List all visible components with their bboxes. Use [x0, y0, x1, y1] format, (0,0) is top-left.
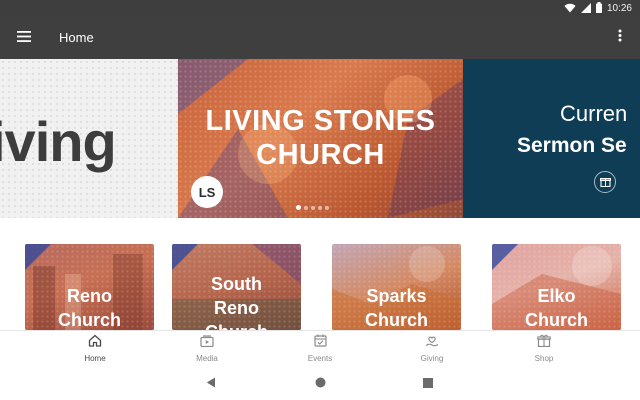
- church-card-south-reno[interactable]: South Reno Church: [172, 244, 301, 330]
- nav-item-home[interactable]: Home: [65, 334, 125, 363]
- calendar-icon: [313, 334, 327, 352]
- slide-title-line-2: CHURCH: [256, 139, 385, 171]
- media-icon: [200, 334, 214, 352]
- church-card-elko[interactable]: Elko Church: [492, 244, 621, 330]
- carousel-dot-active[interactable]: [296, 205, 301, 210]
- bottom-navigation: Home Media Events Giving Shop: [0, 330, 640, 368]
- status-time: 10:26: [606, 3, 632, 14]
- system-back-button[interactable]: [204, 377, 218, 391]
- slide-partial-text: iving: [0, 110, 117, 173]
- nav-item-label: Media: [196, 354, 218, 363]
- menu-icon: [17, 29, 31, 47]
- battery-icon: [595, 0, 602, 18]
- carousel-dot[interactable]: [304, 205, 308, 210]
- nav-item-shop[interactable]: Shop: [514, 334, 574, 363]
- wifi-icon: [564, 0, 576, 18]
- back-icon: [206, 375, 216, 393]
- church-card-title-line-2: Church: [58, 310, 121, 330]
- church-card-title-line-1: South: [211, 274, 262, 294]
- church-card-title-line-1: Sparks: [366, 286, 427, 306]
- featured-carousel[interactable]: iving LIVING STONES CHURCH LS Curren Ser…: [0, 59, 640, 218]
- home-circle-icon: [315, 375, 326, 393]
- carousel-dot[interactable]: [311, 205, 315, 210]
- sermon-series-icon: [594, 171, 616, 193]
- church-list: Reno Church South Reno Church Sparks Chu…: [0, 218, 640, 330]
- church-card-title-line-2: Reno: [214, 298, 259, 318]
- home-icon: [88, 334, 102, 352]
- church-logo: LS: [191, 176, 223, 208]
- system-home-button[interactable]: [313, 377, 327, 391]
- recents-icon: [423, 375, 433, 393]
- giving-icon: [425, 334, 439, 352]
- card-corner-accent: [492, 244, 518, 270]
- status-bar: 10:26: [0, 0, 640, 17]
- card-corner-accent: [172, 244, 198, 270]
- nav-item-label: Shop: [534, 354, 554, 363]
- nav-item-giving[interactable]: Giving: [402, 335, 462, 363]
- system-navigation-bar: [0, 368, 640, 400]
- slide-subtitle-line-2: Sermon Se: [517, 134, 627, 157]
- nav-item-label: Events: [307, 354, 333, 363]
- app-bar: Home: [0, 17, 640, 59]
- page-title: Home: [59, 30, 94, 45]
- more-vert-icon: [618, 29, 622, 47]
- slide-title-line-1: LIVING STONES: [205, 105, 436, 137]
- church-card-title-line-1: Elko: [537, 286, 576, 306]
- carousel-slide-church[interactable]: LIVING STONES CHURCH LS: [178, 59, 463, 218]
- signal-icon: [580, 0, 591, 18]
- slide-subtitle-line-1: Curren: [560, 101, 628, 126]
- nav-item-label: Giving: [420, 354, 444, 363]
- church-card-sparks[interactable]: Sparks Church: [332, 244, 461, 330]
- shop-icon: [537, 334, 551, 352]
- nav-item-media[interactable]: Media: [177, 335, 237, 363]
- church-card-title-line-1: Reno: [67, 286, 112, 306]
- church-card-reno[interactable]: Reno Church: [25, 244, 154, 330]
- carousel-slide-living[interactable]: iving: [0, 59, 178, 218]
- church-card-title-line-2: Church: [365, 310, 428, 330]
- carousel-slide-sermon[interactable]: Curren Sermon Se: [463, 59, 640, 218]
- system-recents-button[interactable]: [421, 377, 435, 391]
- church-card-title-line-3: Church: [172, 320, 301, 330]
- carousel-dot[interactable]: [325, 205, 329, 210]
- menu-button[interactable]: [11, 26, 37, 50]
- card-corner-accent: [25, 244, 51, 270]
- carousel-dot[interactable]: [318, 205, 322, 210]
- status-icons: 10:26: [564, 0, 632, 18]
- more-options-button[interactable]: [612, 27, 628, 49]
- church-card-title-line-2: Church: [525, 310, 588, 330]
- nav-item-label: Home: [84, 354, 106, 363]
- nav-item-events[interactable]: Events: [290, 334, 350, 363]
- carousel-pagination: [296, 205, 329, 210]
